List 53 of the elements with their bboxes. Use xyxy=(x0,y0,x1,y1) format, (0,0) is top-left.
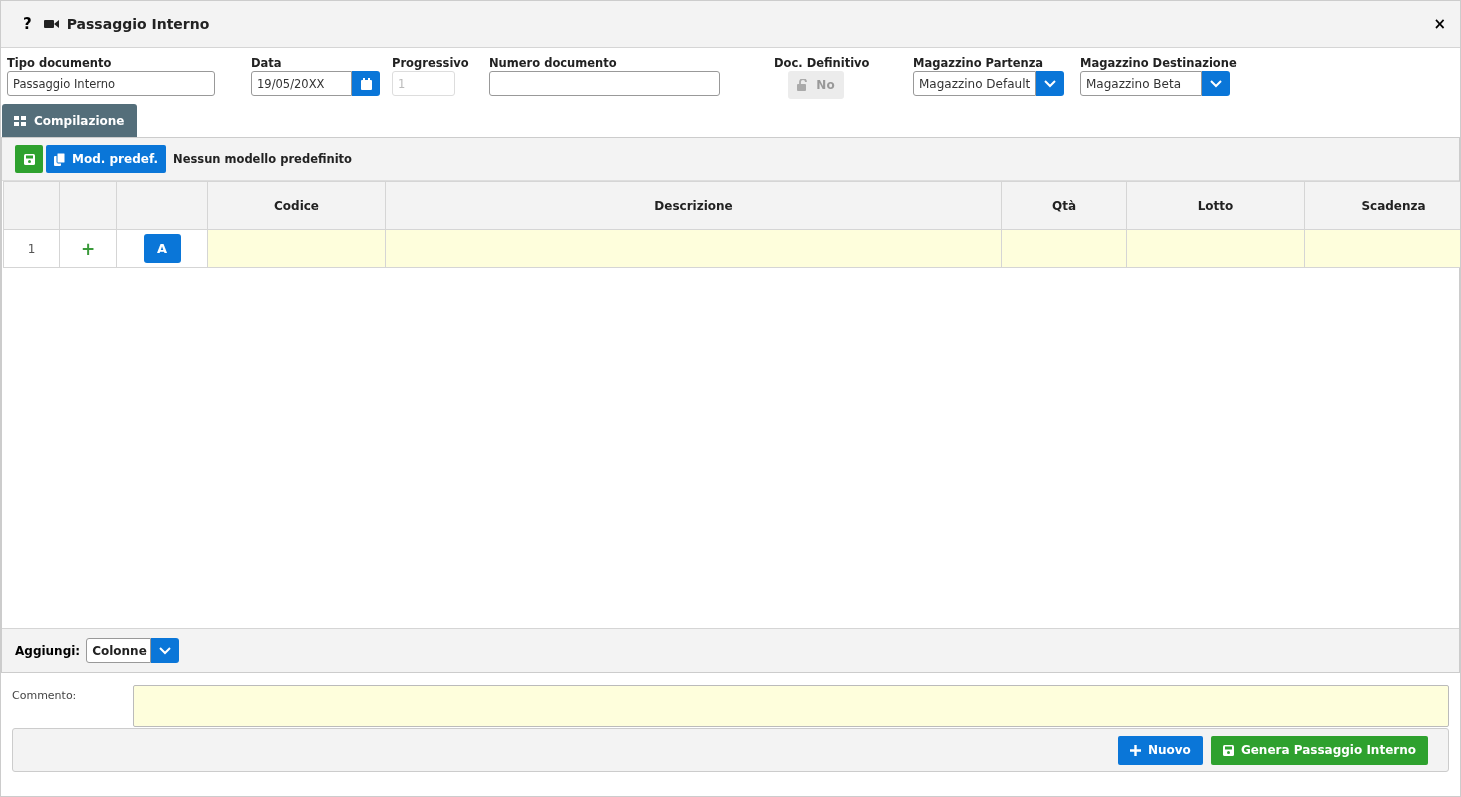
table-cell[interactable] xyxy=(1001,229,1127,268)
generate-button[interactable]: Genera Passaggio Interno xyxy=(1210,735,1428,765)
calendar-icon xyxy=(360,77,372,90)
add-label: Aggiungi: xyxy=(15,643,81,658)
column-header: Qtà xyxy=(1001,181,1127,230)
copy-icon xyxy=(54,152,65,166)
save-icon xyxy=(1222,744,1234,756)
action-button[interactable]: A xyxy=(143,234,181,263)
select-field[interactable]: Magazzino Default xyxy=(913,71,1036,96)
close-icon[interactable]: × xyxy=(1433,15,1446,33)
grid-icon xyxy=(14,115,26,126)
field-label: Doc. Definitivo xyxy=(774,56,871,70)
tab[interactable]: Compilazione xyxy=(2,104,137,137)
dropdown-button[interactable] xyxy=(151,638,180,663)
comment-field[interactable] xyxy=(133,685,1449,727)
comment-label: Commento: xyxy=(12,688,78,704)
table-cell[interactable] xyxy=(385,229,1002,268)
field-label: Progressivo xyxy=(392,56,470,70)
column-header: Descrizione xyxy=(385,181,1002,230)
table-cell[interactable] xyxy=(207,229,386,268)
input-field[interactable] xyxy=(489,71,720,96)
columns-select[interactable]: Colonne xyxy=(86,638,152,663)
dropdown-button[interactable] xyxy=(1036,71,1064,96)
help-icon[interactable]: ? xyxy=(23,15,32,33)
add-row-button[interactable]: + xyxy=(80,238,96,259)
video-camera-icon xyxy=(43,19,59,29)
plus-icon xyxy=(1129,744,1141,756)
dropdown-button[interactable] xyxy=(1202,71,1230,96)
field-label: Magazzino Partenza xyxy=(913,56,1045,70)
table-cell[interactable] xyxy=(1126,229,1305,268)
table-cell[interactable] xyxy=(1304,229,1460,268)
row-number: 1 xyxy=(3,229,60,268)
save-icon xyxy=(23,153,35,165)
chevron-down-icon xyxy=(1044,79,1056,88)
new-button[interactable]: Nuovo xyxy=(1117,735,1203,765)
input-field[interactable]: Passaggio Interno xyxy=(7,71,215,96)
model-status-text: Nessun modello predefinito xyxy=(173,152,352,166)
lock-icon xyxy=(797,79,809,91)
column-header: Lotto xyxy=(1126,181,1305,230)
column-header: Scadenza xyxy=(1304,181,1460,230)
default-model-button[interactable]: Mod. predef. xyxy=(46,145,166,173)
window-title: Passaggio Interno xyxy=(66,16,210,32)
column-header: Codice xyxy=(207,181,386,230)
chevron-down-icon xyxy=(159,646,172,655)
date-field[interactable]: 19/05/20XX xyxy=(251,71,352,96)
field-label: Tipo documento xyxy=(7,56,113,70)
calendar-button[interactable] xyxy=(352,71,380,96)
field-label: Data xyxy=(251,56,283,70)
field-label: Numero documento xyxy=(489,56,618,70)
chevron-down-icon xyxy=(1210,79,1222,88)
field-label: Magazzino Destinazione xyxy=(1080,56,1238,70)
save-button[interactable] xyxy=(15,145,43,173)
select-field[interactable]: Magazzino Beta xyxy=(1080,71,1202,96)
